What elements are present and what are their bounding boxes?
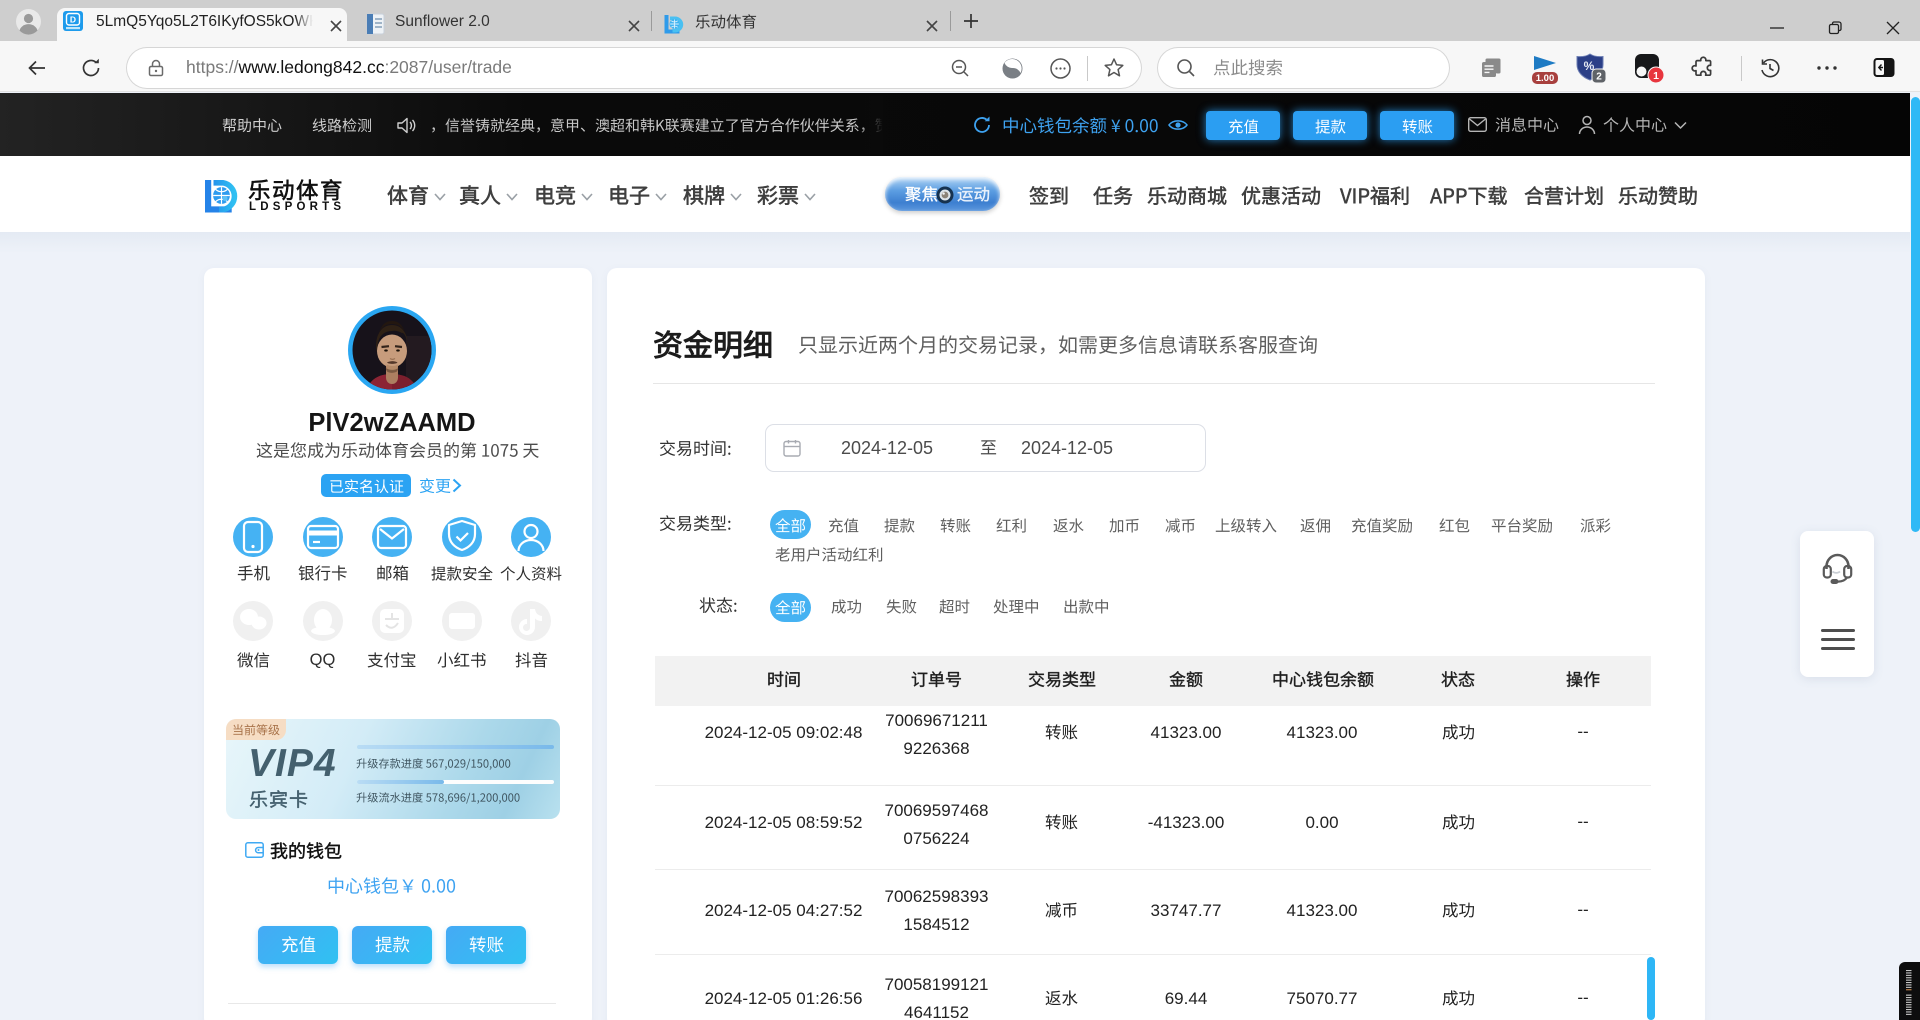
- svg-text:1.00: 1.00: [1536, 73, 1555, 84]
- svg-text:2: 2: [1596, 72, 1602, 83]
- svg-text:D: D: [70, 15, 76, 25]
- svg-text:1: 1: [1653, 70, 1659, 82]
